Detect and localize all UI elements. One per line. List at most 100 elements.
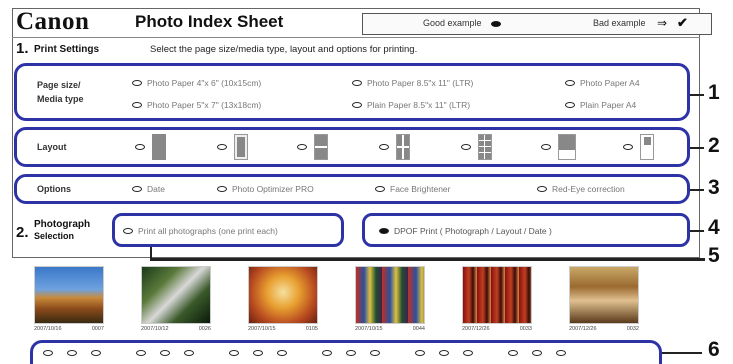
copies-radio[interactable] [136,350,146,356]
media-option-photo-a4[interactable]: Photo Paper A4 [565,78,640,88]
section-instruction: Select the page size/media type, layout … [150,44,418,55]
thumb-date: 2007/12/26 [569,326,597,332]
thumb-id: 0044 [412,326,425,332]
callout-6: 6 [708,338,720,361]
copies-radio[interactable] [160,350,170,356]
copies-radio[interactable] [508,350,518,356]
option-red-eye[interactable]: Red-Eye correction [537,184,625,194]
layout-option-8up[interactable] [461,134,492,160]
callout-line-6 [662,352,702,354]
callout-line-5 [150,258,705,261]
media-option-plain-a4[interactable]: Plain Paper A4 [565,100,636,110]
thumb-date: 2007/10/15 [248,326,276,332]
copies-radio[interactable] [184,350,194,356]
photo-thumbnail[interactable] [248,266,318,324]
thumb-caption: 2007/10/15 0105 [248,326,318,332]
thumb-date: 2007/12/26 [462,326,490,332]
layout-borderless-icon [152,134,166,160]
check-icon: ✔ [677,15,688,30]
layout-2up-icon [314,134,328,160]
copies-radio[interactable] [532,350,542,356]
copies-radio[interactable] [229,350,239,356]
layout-option-bordered[interactable] [217,134,248,160]
photo-thumbnail[interactable] [462,266,532,324]
copies-radio[interactable] [322,350,332,356]
media-option-plain-ltr[interactable]: Plain Paper 8.5"x 11" (LTR) [352,100,470,110]
option-face-brightener[interactable]: Face Brightener [375,184,450,194]
dpof-option[interactable]: DPOF Print ( Photograph / Layout / Date … [379,226,552,236]
layout-row: Layout [14,127,690,167]
option-label: Red-Eye correction [552,184,625,194]
photo-thumbnail[interactable] [141,266,211,324]
layout-half-icon [558,134,576,160]
option-date[interactable]: Date [132,184,165,194]
copies-radio[interactable] [415,350,425,356]
thumb-id: 0032 [626,326,639,332]
photo-thumbnail[interactable] [355,266,425,324]
copies-radio[interactable] [277,350,287,356]
layout-option-2up[interactable] [297,134,328,160]
thumb-id: 0033 [519,326,532,332]
layout-option-half[interactable] [541,134,576,160]
callout-1: 1 [708,81,720,104]
layout-label: Layout [37,142,67,152]
radio-icon [537,186,547,192]
copies-radios [33,343,659,356]
options-row: Options Date Photo Optimizer PRO Face Br… [14,174,690,204]
callout-3: 3 [708,176,720,199]
option-label: Photo Paper A4 [580,78,640,88]
layout-option-borderless[interactable] [135,134,166,160]
callout-line-2 [690,147,704,149]
option-photo-optimizer[interactable]: Photo Optimizer PRO [217,184,314,194]
thumb-caption: 2007/12/26 0033 [462,326,532,332]
radio-icon [623,144,633,150]
section2-title-line1: Photograph [34,219,91,230]
option-label: Photo Optimizer PRO [232,184,314,194]
media-option-5x7[interactable]: Photo Paper 5"x 7" (13x18cm) [132,100,261,110]
copies-radio[interactable] [67,350,77,356]
thumb-id: 0026 [198,326,211,332]
copies-radio[interactable] [253,350,263,356]
print-all-option[interactable]: Print all photographs (one print each) [123,226,278,236]
callout-line-3 [690,189,704,191]
photo-thumbnail[interactable] [34,266,104,324]
section2-title: Photograph Selection [34,219,90,242]
thumb-date: 2007/10/16 [34,326,62,332]
option-label: Photo Paper 8.5"x 11" (LTR) [367,78,474,88]
option-label: Plain Paper 8.5"x 11" (LTR) [367,100,471,110]
layout-bordered-icon [234,134,248,160]
canon-logo: Canon [16,8,90,35]
callout-line-5-stub [150,247,152,258]
section-title: Print Settings [34,44,100,55]
copies-radio[interactable] [346,350,356,356]
layout-option-small[interactable] [623,134,654,160]
copies-radio[interactable] [91,350,101,356]
callout-5: 5 [708,244,720,267]
copies-radio[interactable] [43,350,53,356]
copies-row [30,340,662,364]
media-label-line1: Page size/ [37,80,81,90]
option-label: DPOF Print ( Photograph / Layout / Date … [394,226,552,236]
layout-option-4up[interactable] [379,134,410,160]
option-label: Face Brightener [390,184,451,194]
options-label: Options [37,184,71,194]
copies-radio[interactable] [370,350,380,356]
radio-icon [132,102,142,108]
media-label-line2: Media type [37,94,84,105]
radio-icon [132,80,142,86]
copies-radio[interactable] [439,350,449,356]
thumb-caption: 2007/12/26 0032 [569,326,639,332]
bad-example-label: Bad example [593,18,646,28]
media-option-photo-ltr[interactable]: Photo Paper 8.5"x 11" (LTR) [352,78,473,88]
radio-icon [379,144,389,150]
option-label: Print all photographs (one print each) [138,226,278,236]
photo-thumbnail[interactable] [569,266,639,324]
dpof-box: DPOF Print ( Photograph / Layout / Date … [362,213,690,247]
section2-title-line2: Selection [34,231,75,241]
arrow-icon: ⇒ [657,16,668,30]
copies-radio[interactable] [463,350,473,356]
copies-radio[interactable] [556,350,566,356]
callout-2: 2 [708,134,720,157]
media-option-4x6[interactable]: Photo Paper 4"x 6" (10x15cm) [132,78,261,88]
